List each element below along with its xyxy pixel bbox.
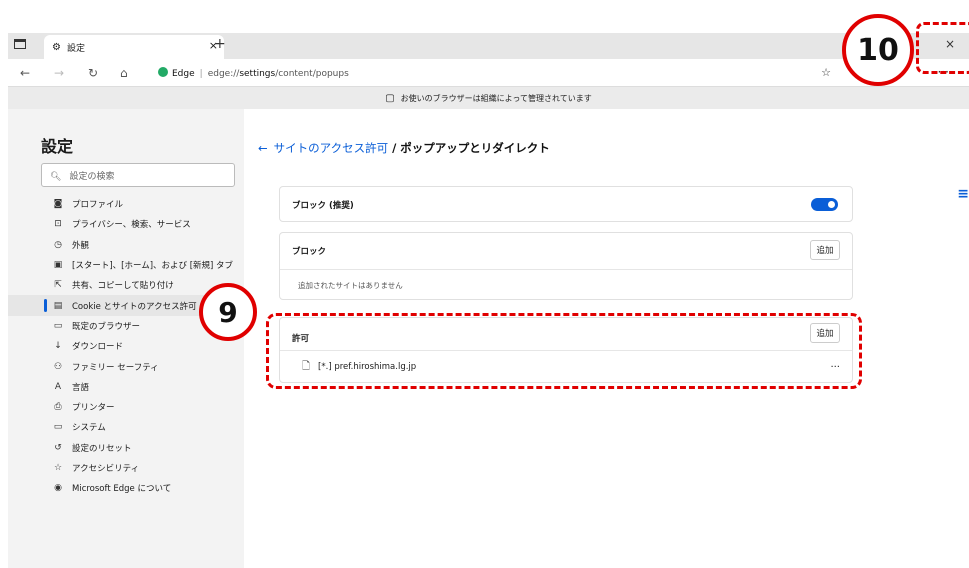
sidebar-item-label: プライバシー、検索、サービス (72, 220, 191, 231)
cookie-icon: ▤ (53, 300, 63, 311)
tab-settings[interactable]: ⚙ 設定 × (44, 35, 224, 59)
gear-icon: ⚙ (52, 41, 61, 53)
language-icon: A (54, 381, 62, 392)
breadcrumb-link[interactable]: サイトのアクセス許可 (274, 141, 388, 155)
back-arrow-icon[interactable]: ← (258, 141, 268, 155)
refresh-icon[interactable]: ↻ (88, 66, 98, 80)
favorite-star-icon[interactable]: ☆ (821, 66, 831, 79)
profile-icon: ◙ (53, 199, 63, 210)
appearance-icon: ◷ (54, 239, 62, 250)
block-recommended-card: ブロック (推奨) (279, 186, 853, 222)
sidebar-item-reset[interactable]: ↺ 設定のリセット (8, 438, 244, 458)
sidebar-item-label: ファミリー セーフティ (72, 362, 159, 373)
lock-icon: ⊡ (54, 219, 62, 230)
block-empty-text: 追加されたサイトはありません (298, 281, 403, 290)
settings-sidebar: 設定 🔍︎ 設定の検索 ◙ プロファイル ⊡ プライバシー、検索、サービス ◷ 外観 ▣… (8, 109, 244, 568)
page-title: ポップアップとリダイレクト (400, 141, 550, 155)
download-icon: ↓ (54, 341, 62, 352)
sidebar-item-about-edge[interactable]: ◉ Microsoft Edge について (8, 478, 244, 498)
partial-menu-icon: ≡ (957, 186, 969, 202)
managed-notice-text: お使いのブラウザーは組織によって管理されています (400, 93, 592, 103)
sidebar-item-label: プリンター (72, 403, 115, 414)
sidebar-item-label: 共有、コピーして貼り付け (72, 281, 174, 292)
printer-icon: ⎙ (54, 402, 62, 413)
sidebar-item-profile[interactable]: ◙ プロファイル (8, 194, 244, 214)
tab-bar: ⚙ 設定 × + × (8, 33, 969, 59)
sidebar-item-label: [スタート]、[ホーム]、および [新規] タブ (72, 261, 234, 272)
default-browser-icon: ▭ (53, 320, 63, 331)
sidebar-item-label: プロファイル (72, 200, 124, 211)
annotation-badge-9: 9 (199, 283, 257, 341)
annotation-highlight-allow (266, 313, 862, 389)
settings-search-input[interactable]: 🔍︎ 設定の検索 (41, 163, 235, 187)
block-recommended-toggle[interactable] (811, 198, 838, 211)
edge-icon: ◉ (54, 483, 62, 494)
search-icon: 🔍︎ (50, 172, 62, 182)
url-scheme: edge:// (207, 69, 240, 79)
briefcase-icon: ▢ (385, 92, 395, 104)
sidebar-item-label: Microsoft Edge について (72, 484, 172, 495)
sidebar-item-label: システム (72, 423, 106, 434)
edge-logo-icon (158, 67, 168, 77)
annotation-highlight-more (916, 22, 969, 74)
divider (280, 269, 852, 270)
url-bold: settings (239, 69, 276, 79)
sidebar-item-label: 設定のリセット (72, 443, 132, 454)
breadcrumb: ← サイトのアクセス許可 / ポップアップとリダイレクト (258, 140, 550, 156)
block-add-button[interactable]: 追加 (810, 240, 840, 260)
sidebar-item-printers[interactable]: ⎙ プリンター (8, 397, 244, 417)
address-bar: ← → ↻ ⌂ Edge | edge://settings/content/pop… (8, 59, 969, 87)
block-section-title: ブロック (292, 247, 327, 257)
forward-arrow-icon[interactable]: → (54, 66, 64, 80)
sidebar-item-family-safety[interactable]: ⚇ ファミリー セーフティ (8, 356, 244, 376)
sidebar-item-label: 既定のブラウザー (72, 321, 141, 332)
url-field[interactable]: Edge | edge://settings/content/popups (158, 67, 349, 79)
accessibility-icon: ☆ (53, 463, 63, 473)
sidebar-item-appearance[interactable]: ◷ 外観 (8, 235, 244, 255)
sidebar-item-label: 言語 (72, 382, 90, 393)
sidebar-item-system[interactable]: ▭ システム (8, 417, 244, 437)
tab-actions-icon[interactable] (14, 39, 26, 49)
new-tab-button[interactable]: + (214, 36, 226, 52)
back-arrow-icon[interactable]: ← (20, 66, 30, 80)
sidebar-item-downloads[interactable]: ↓ ダウンロード (8, 336, 244, 356)
share-icon: ⇱ (54, 280, 62, 291)
block-recommended-label: ブロック (推奨) (292, 201, 354, 211)
search-placeholder: 設定の検索 (69, 172, 115, 182)
sidebar-item-start-home-newtab[interactable]: ▣ [スタート]、[ホーム]、および [新規] タブ (8, 255, 244, 275)
breadcrumb-separator: / (388, 141, 401, 155)
system-icon: ▭ (53, 422, 63, 433)
sidebar-item-label: ダウンロード (72, 342, 124, 353)
home-icon[interactable]: ⌂ (120, 66, 128, 80)
managed-notice-bar: ▢ お使いのブラウザーは組織によって管理されています (8, 87, 969, 109)
sidebar-item-label: 外観 (72, 240, 90, 251)
reset-icon: ↺ (54, 442, 62, 453)
sidebar-item-languages[interactable]: A 言語 (8, 377, 244, 397)
settings-title: 設定 (41, 137, 74, 156)
sidebar-item-label: Cookie とサイトのアクセス許可 (72, 301, 197, 312)
sidebar-item-accessibility[interactable]: ☆ アクセシビリティ (8, 458, 244, 478)
tab-title: 設定 (66, 43, 85, 54)
annotation-badge-10: 10 (842, 14, 914, 86)
start-page-icon: ▣ (53, 260, 63, 271)
settings-menu: ◙ プロファイル ⊡ プライバシー、検索、サービス ◷ 外観 ▣ [スタート]、[ホーム… (8, 194, 244, 498)
url-site: Edge (172, 69, 195, 79)
block-list-card: ブロック 追加 追加されたサイトはありません (279, 232, 853, 300)
family-icon: ⚇ (53, 361, 63, 372)
sidebar-item-label: アクセシビリティ (72, 464, 140, 474)
sidebar-item-privacy[interactable]: ⊡ プライバシー、検索、サービス (8, 214, 244, 234)
url-rest: /content/popups (275, 69, 349, 79)
